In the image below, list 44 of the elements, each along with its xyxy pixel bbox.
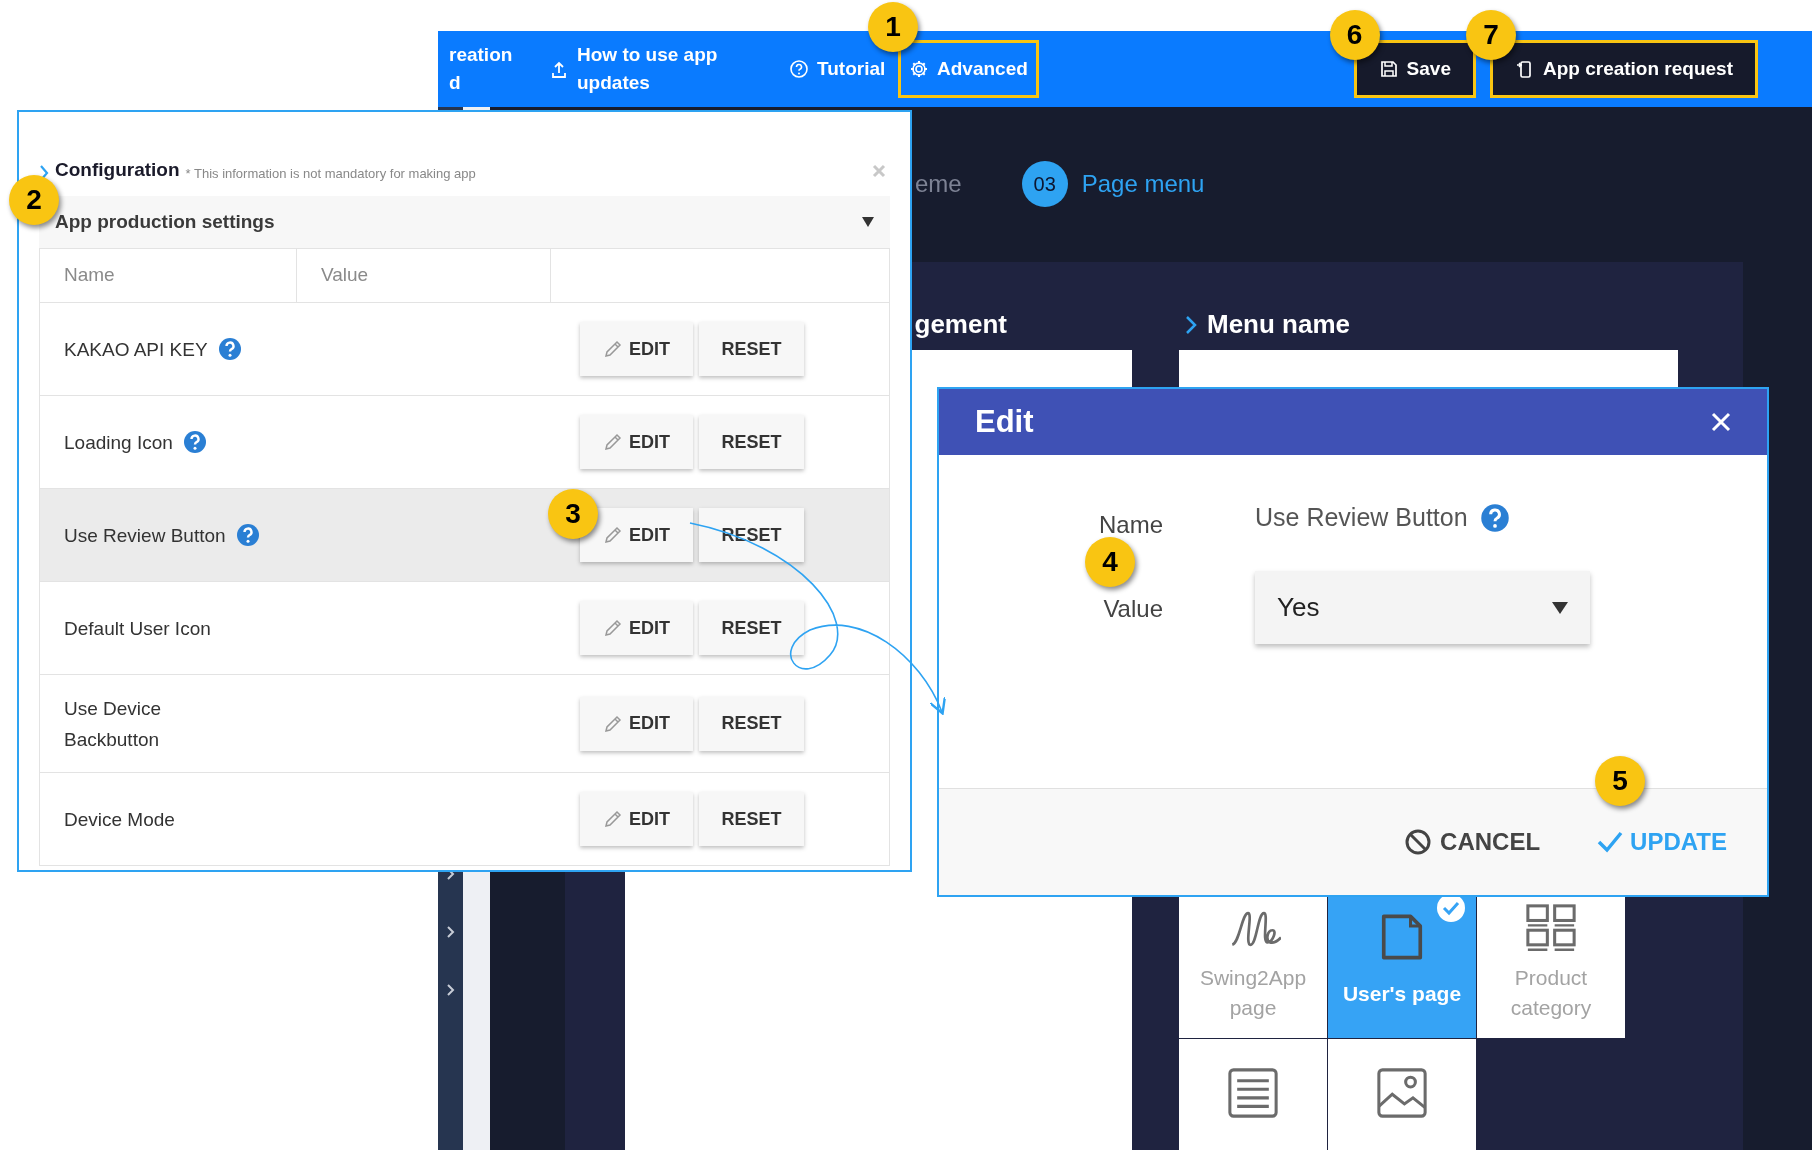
setting-name: Use Review Button <box>64 523 226 548</box>
step-tab[interactable]: eme <box>915 165 962 202</box>
tile-label: User's page <box>1342 981 1462 1007</box>
tile-label: Swing2App page <box>1198 965 1308 1021</box>
column-header: Value <box>297 249 551 302</box>
edit-button[interactable]: EDIT <box>580 601 693 655</box>
tile-label: Product category <box>1509 965 1593 1021</box>
reset-button[interactable]: RESET <box>699 415 804 469</box>
reset-button[interactable]: RESET <box>699 601 804 655</box>
edit-button[interactable]: EDIT <box>580 696 693 751</box>
field-label: Value <box>1103 594 1163 624</box>
setting-name: Default User Icon <box>64 616 211 641</box>
setting-name: Use Device Backbutton <box>64 696 162 752</box>
reset-button[interactable]: RESET <box>699 696 804 751</box>
step-number-badge: 5 <box>1595 756 1645 806</box>
edit-button[interactable]: EDIT <box>580 322 693 376</box>
step-tab[interactable]: Page menu <box>1081 165 1205 202</box>
step-number-badge: 1 <box>868 2 918 52</box>
field-value: Use Review Button <box>1255 502 1468 534</box>
nav-link[interactable]: reation d <box>438 40 524 98</box>
column-header: Name <box>40 249 297 302</box>
step-number-badge: 7 <box>1465 10 1516 60</box>
edit-button[interactable]: EDIT <box>580 508 693 562</box>
step-number-badge: 6 <box>1329 10 1380 60</box>
value-select[interactable]: Yes <box>1255 571 1590 644</box>
step-number-badge: 3 <box>548 489 598 539</box>
edit-button[interactable]: EDIT <box>580 415 693 469</box>
reset-button[interactable]: RESET <box>699 792 804 846</box>
panel-note: * This information is not mandatory for making app <box>185 164 476 183</box>
nav-link[interactable]: How to use app updates <box>538 40 729 98</box>
section-heading: gement <box>914 308 1007 341</box>
nav-link[interactable]: Advanced <box>898 40 1039 98</box>
setting-name: Loading Icon <box>64 430 173 455</box>
dialog-title: Edit <box>975 402 1034 441</box>
setting-name: KAKAO API KEY <box>64 337 208 362</box>
field-label: Name <box>1098 510 1163 540</box>
reset-button[interactable]: RESET <box>699 322 804 376</box>
step-number: 03 <box>1021 160 1068 207</box>
edit-button[interactable]: EDIT <box>580 792 693 846</box>
cancel-button[interactable]: CANCEL <box>1404 824 1541 860</box>
setting-name: Device Mode <box>64 807 175 832</box>
step-number-badge: 4 <box>1085 537 1135 587</box>
select-value: Yes <box>1277 591 1320 624</box>
section-heading: Menu name <box>1207 308 1351 341</box>
